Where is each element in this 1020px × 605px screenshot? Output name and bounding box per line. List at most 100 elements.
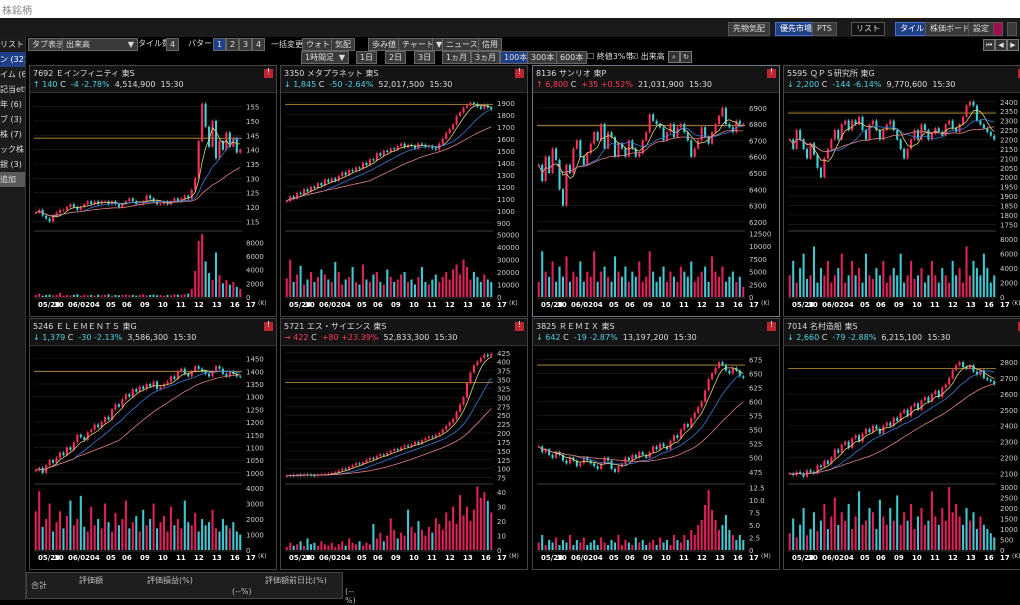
period-button[interactable]: 1ヵ月 [442, 51, 472, 64]
tile-header: 5595 ＱＰＳ研究所 東G ↓ 2,200 C -144 -6.14% 9,77… [784, 66, 1020, 93]
power-icon[interactable] [1007, 22, 1017, 36]
stock-tile[interactable]: 8136 サンリオ 東P ↑ 6,800 C +35 +0.52% 21,031,… [532, 65, 780, 317]
stock-chart[interactable]: 1900 1800 1700 1600 1500 1400 1300 1200 1100 1000… [281, 92, 527, 314]
volume-bar [792, 260, 795, 297]
volume-bar [465, 267, 469, 297]
pattern-2-button[interactable]: 2 [226, 38, 240, 51]
x-tick-label: 11 [679, 554, 689, 562]
futures-button[interactable]: 先物気配 [728, 22, 770, 36]
period-button[interactable]: 600本 [556, 51, 588, 64]
candle-body [676, 435, 679, 439]
prefer-market-button[interactable]: 優先市場 [775, 22, 817, 36]
candle-body [69, 204, 72, 208]
panel-toolbar-button[interactable]: 信用 [478, 38, 502, 51]
stock-name: ＲＥＭＩＸ [558, 322, 599, 331]
chart-grid [788, 101, 996, 225]
period-button[interactable]: 3ヵ月 [471, 51, 501, 64]
candle-body [837, 449, 840, 453]
next-page-icon[interactable]: ▶ [1007, 39, 1019, 51]
settings-button[interactable]: 設定 [968, 22, 994, 36]
volume-bar [128, 528, 131, 550]
volume-bar [424, 535, 427, 550]
volume-bar [214, 528, 218, 550]
stock-tile[interactable]: 5595 ＱＰＳ研究所 東G ↓ 2,200 C -144 -6.14% 9,77… [783, 65, 1020, 317]
stock-chart[interactable]: 155 150 145 140 135 130 125 120 115 8000 6000 4000 2… [30, 92, 276, 314]
volume-bar [169, 295, 172, 297]
quote-time: 15:30 [673, 333, 697, 342]
stock-tile[interactable]: 5721 エス・サイエンス 東S → 422 C +80 +23.39% 52,8… [280, 318, 528, 570]
period-button[interactable]: 3日 [414, 51, 436, 64]
volume-bar [812, 512, 816, 550]
volume-bar [441, 277, 444, 297]
panel-toolbar-button[interactable]: 歩み値 [368, 38, 400, 51]
sidebar-item[interactable]: ン (32) [0, 52, 25, 67]
x-tick-label: 05 [357, 554, 367, 562]
sort-select[interactable]: 出来高 ▼ [62, 38, 138, 51]
sidebar-item[interactable]: ック株 ( [0, 142, 25, 157]
candle-body [379, 153, 382, 156]
stock-tile[interactable]: 3350 メタプラネット 東S ↓ 1,845 C -50 -2.64% 52,0… [280, 65, 528, 317]
volume-bar [819, 268, 822, 297]
sidebar-item[interactable]: イム (6) [0, 67, 25, 82]
panel-toolbar-button[interactable]: ウォト [302, 38, 334, 51]
candle-body [407, 445, 410, 447]
volume-bar [138, 294, 141, 297]
tile-count-input[interactable]: 4 [166, 38, 180, 51]
x-tick-label: 16 [733, 554, 743, 562]
sidebar-item[interactable]: 記当etf [0, 82, 25, 97]
alert-icon[interactable] [515, 320, 524, 331]
sidebar-item[interactable]: ブ (3) [0, 112, 25, 127]
sidebar-item[interactable]: 年 (6) [0, 97, 25, 112]
alert-icon[interactable] [767, 320, 776, 331]
alert-icon[interactable] [767, 67, 776, 78]
volume-bar [634, 276, 637, 297]
stock-tile[interactable]: 7014 名村造船 東S ↓ 2,660 C -79 -2.88% 6,215,1… [783, 318, 1020, 570]
sidebar-item[interactable]: 追加 [0, 172, 25, 187]
period-button[interactable]: 300本 [527, 51, 559, 64]
volume-bar [982, 524, 985, 550]
candle-body [899, 139, 902, 149]
pattern-3-button[interactable]: 3 [239, 38, 253, 51]
refresh-icon[interactable]: ↻ [680, 51, 692, 63]
panel-toolbar-button[interactable]: 気配 [331, 38, 355, 51]
alert-icon[interactable] [515, 67, 524, 78]
period-button[interactable]: 1日 [356, 51, 378, 64]
tile-view-button[interactable]: タイル [895, 22, 929, 36]
list-view-button[interactable]: リスト [851, 22, 885, 36]
prev-page-icon[interactable]: ◀ [995, 39, 1007, 51]
volume-bar [403, 272, 406, 297]
pts-button[interactable]: PTS [812, 22, 837, 36]
stock-chart[interactable]: 1450 1400 1350 1300 1250 1200 1150 1100 1050 1000… [30, 345, 276, 567]
volume-checkbox[interactable]: ☑ 出来高 [631, 51, 665, 62]
stock-chart[interactable]: 675 650 625 600 575 550 525 500 475 12.5 10.0 7.5 5.… [533, 345, 779, 567]
volume-bar [355, 544, 358, 550]
volume-bar [541, 535, 544, 550]
stock-tile[interactable]: 5246 ＥＬＥＭＥＮＴＳ 東G ↓ 1,379 C -30 -2.13% 3,5… [29, 318, 277, 570]
alert-icon[interactable] [264, 67, 273, 78]
stock-chart[interactable]: 4254003753503253002752502252001751501251… [281, 345, 527, 567]
pattern-1-button[interactable]: 1 [213, 38, 227, 51]
sidebar-item[interactable]: 銀 (3) [0, 157, 25, 172]
candle-body [982, 124, 985, 129]
stock-tile[interactable]: 7692 Ｅインフィニティ 東S ↑ 140 C -4 -2.78% 4,514,… [29, 65, 277, 317]
stock-chart[interactable]: 6900680067006600650064006300620012500100… [533, 92, 779, 314]
period-button[interactable]: 2日 [385, 51, 407, 64]
pattern-4-button[interactable]: 4 [252, 38, 266, 51]
stock-tile[interactable]: 3825 ＲＥＭＩＸ 東S ↓ 642 C -19 -2.87% 13,197,2… [532, 318, 780, 570]
volume-bar [121, 519, 124, 550]
sidebar-item[interactable]: 株 (7) [0, 127, 25, 142]
first-page-icon[interactable]: ⏮ [983, 39, 995, 51]
sidebar-item[interactable]: リスト [0, 37, 25, 52]
stock-chart[interactable]: 2400235023002250220021502100205020001950… [784, 92, 1020, 314]
interval-select[interactable]: 1時間足 ▼ [301, 51, 349, 64]
search-icon[interactable]: ⌕ [668, 51, 680, 63]
volume-bar [410, 526, 413, 550]
link-icon[interactable] [993, 22, 1003, 36]
volume-bar [124, 294, 127, 297]
close-3pct-checkbox[interactable]: ☐ 終値3%帯 [587, 51, 633, 62]
stock-chart[interactable]: 2800 2700 2600 2500 2400 2300 2200 2100 3000 2500… [784, 345, 1020, 567]
volume-bar [441, 529, 444, 550]
alert-icon[interactable] [264, 320, 273, 331]
candle-body [923, 124, 926, 131]
panel-toolbar-button[interactable]: ニュース [442, 38, 482, 51]
